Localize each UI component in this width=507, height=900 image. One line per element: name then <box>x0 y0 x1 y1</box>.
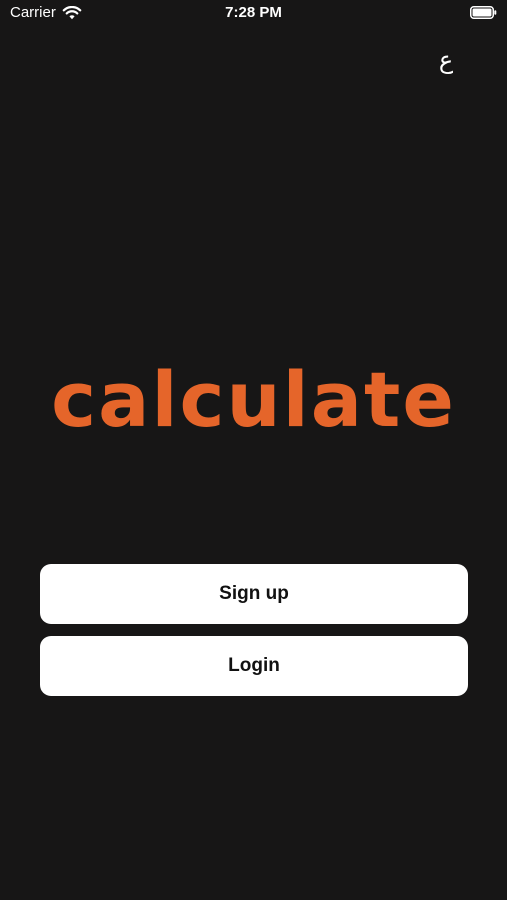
brand-logo: calculate <box>51 355 456 444</box>
signup-button[interactable]: Sign up <box>40 564 468 624</box>
status-bar: Carrier 7:28 PM <box>0 0 507 28</box>
login-button[interactable]: Login <box>40 636 468 696</box>
status-time: 7:28 PM <box>225 4 282 21</box>
language-toggle-button[interactable]: ع <box>428 42 464 78</box>
battery-icon <box>470 6 497 19</box>
